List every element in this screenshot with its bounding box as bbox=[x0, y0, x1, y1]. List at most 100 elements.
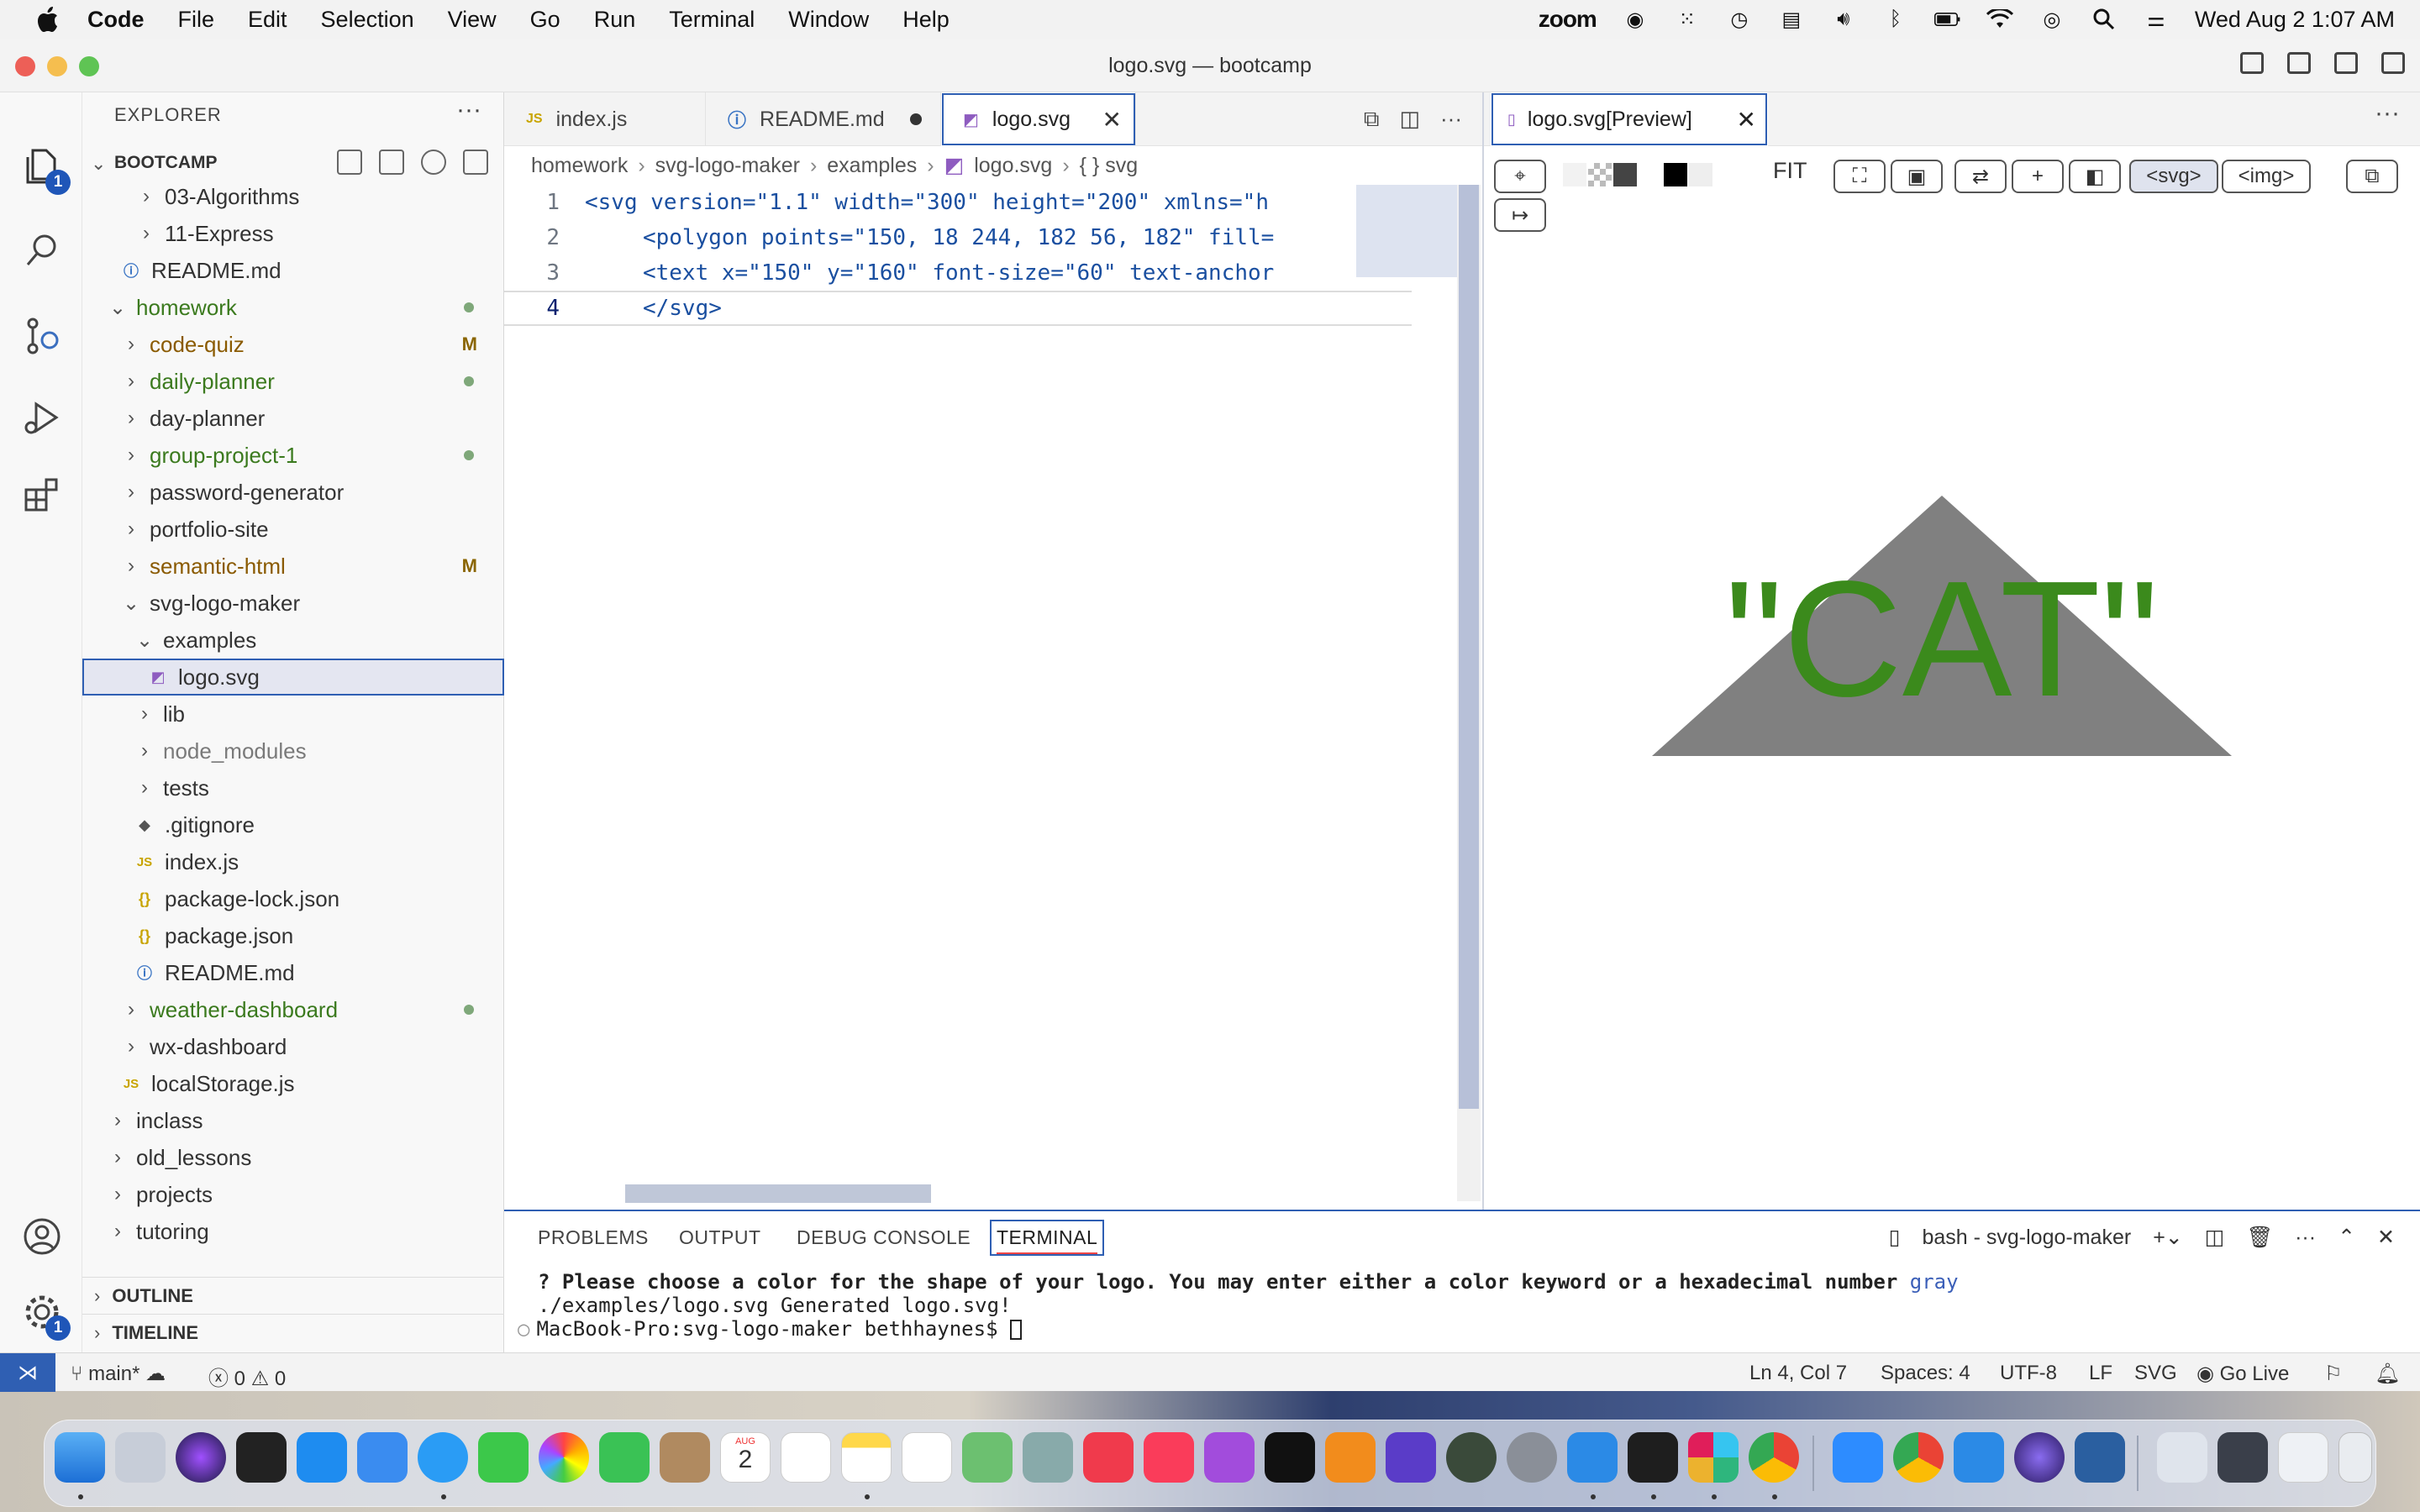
tab-logo-svg-preview[interactable]: ▯ logo.svg[Preview] ✕ bbox=[1491, 92, 1768, 146]
tree-item[interactable]: › portfolio-site bbox=[82, 511, 504, 548]
close-tab-icon[interactable]: ✕ bbox=[1737, 106, 1756, 134]
bluetooth-icon[interactable]: ᛒ bbox=[1882, 8, 1909, 31]
tree-item[interactable]: {} package.json bbox=[82, 917, 504, 954]
notes-app-icon[interactable] bbox=[841, 1432, 892, 1483]
chrome-app-icon[interactable] bbox=[1749, 1432, 1799, 1483]
tree-item[interactable]: › 03-Algorithms bbox=[82, 178, 504, 215]
split-editor-icon[interactable]: ◫ bbox=[1399, 106, 1420, 133]
tab-terminal[interactable]: TERMINAL bbox=[989, 1220, 1105, 1256]
breadcrumb-item[interactable]: examples bbox=[827, 154, 917, 178]
toggle-secondary-sidebar-icon[interactable] bbox=[2334, 52, 2358, 74]
tree-item[interactable]: › semantic-html M bbox=[82, 548, 504, 585]
menu-edit[interactable]: Edit bbox=[248, 7, 287, 33]
customize-layout-icon[interactable] bbox=[2381, 52, 2405, 74]
fit-zoom-button[interactable]: FIT bbox=[1773, 158, 1807, 184]
tree-item[interactable]: JS localStorage.js bbox=[82, 1065, 504, 1102]
copy-icon[interactable]: ⧉ bbox=[2346, 160, 2398, 193]
background-swatch-dark[interactable] bbox=[1613, 163, 1637, 186]
explorer-icon[interactable]: 1 bbox=[20, 144, 71, 195]
slack-app-icon[interactable] bbox=[1688, 1432, 1739, 1483]
tree-item[interactable]: › tests bbox=[82, 769, 504, 806]
kill-terminal-icon[interactable]: 🗑︎ bbox=[2246, 1226, 2273, 1250]
breadcrumb-item[interactable]: svg-logo-maker bbox=[655, 154, 800, 178]
toggle-panel-icon[interactable]: ◧ bbox=[2069, 160, 2121, 193]
branch-status[interactable]: ⑂ main* ☁︎ bbox=[71, 1362, 166, 1386]
mission-control-app-icon[interactable] bbox=[236, 1432, 287, 1483]
remote-indicator-icon[interactable]: ⋊ bbox=[0, 1353, 55, 1392]
tree-item[interactable]: JS index.js bbox=[82, 843, 504, 880]
tab-logo-svg[interactable]: ◩ logo.svg ✕ bbox=[941, 92, 1136, 146]
source-control-icon[interactable] bbox=[20, 314, 64, 358]
tree-item[interactable]: › daily-planner bbox=[82, 363, 504, 400]
spotlight-search-icon[interactable] bbox=[2091, 8, 2118, 31]
mail-app-icon[interactable] bbox=[357, 1432, 408, 1483]
tab-index-js[interactable]: JS index.js bbox=[504, 92, 706, 146]
mysql-workbench-app-icon[interactable] bbox=[2075, 1432, 2125, 1483]
vertical-scrollbar[interactable] bbox=[1457, 185, 1481, 1201]
preview-app-icon[interactable] bbox=[1023, 1432, 1073, 1483]
vscode-recent-app-icon[interactable] bbox=[1954, 1432, 2004, 1483]
freeform-app-icon[interactable] bbox=[902, 1432, 952, 1483]
tree-item[interactable]: › tutoring bbox=[82, 1213, 504, 1250]
code-line[interactable]: 3 <text x="150" y="160" font-size="60" t… bbox=[504, 255, 1412, 291]
news-app-icon[interactable] bbox=[1083, 1432, 1134, 1483]
background-swatch-checker[interactable] bbox=[1588, 163, 1612, 186]
tab-readme[interactable]: ⓘ README.md bbox=[706, 92, 941, 146]
code-line-current[interactable]: 4 </svg> bbox=[504, 291, 1412, 326]
tree-item[interactable]: › day-planner bbox=[82, 400, 504, 437]
cursor-position[interactable]: Ln 4, Col 7 bbox=[1749, 1362, 1847, 1385]
svg-mode-button[interactable]: <svg> bbox=[2129, 160, 2218, 193]
background-swatch-black[interactable] bbox=[1664, 163, 1687, 186]
finder-app-icon[interactable] bbox=[55, 1432, 105, 1483]
section-chevron-icon[interactable]: ⌄ bbox=[91, 153, 106, 175]
tree-item[interactable]: ◆ .gitignore bbox=[82, 806, 504, 843]
code-line[interactable]: 2 <polygon points="150, 18 244, 182 56, … bbox=[504, 220, 1412, 255]
maps-app-icon[interactable] bbox=[962, 1432, 1013, 1483]
downloads-stack-icon[interactable] bbox=[2157, 1432, 2207, 1483]
tree-item-selected[interactable]: ◩ logo.svg bbox=[82, 659, 504, 696]
books-app-icon[interactable] bbox=[1325, 1432, 1376, 1483]
accounts-icon[interactable] bbox=[20, 1215, 64, 1258]
screenshot-app-icon[interactable] bbox=[2014, 1432, 2065, 1483]
facetime-app-icon[interactable] bbox=[599, 1432, 650, 1483]
time-machine-icon[interactable]: ◷ bbox=[1726, 8, 1753, 31]
contacts-app-icon[interactable] bbox=[660, 1432, 710, 1483]
tree-item[interactable]: {} package-lock.json bbox=[82, 880, 504, 917]
keyboard-input-icon[interactable]: ▤ bbox=[1778, 8, 1805, 31]
breadcrumb-item[interactable]: homework bbox=[531, 154, 628, 178]
pin-preview-icon[interactable]: ⌖ bbox=[1494, 160, 1546, 193]
menu-file[interactable]: File bbox=[178, 7, 215, 33]
time-machine-app-icon[interactable] bbox=[1446, 1432, 1497, 1483]
unsaved-dot-icon[interactable] bbox=[910, 113, 922, 125]
collapse-folders-icon[interactable] bbox=[463, 150, 488, 175]
minimap[interactable] bbox=[1356, 185, 1457, 277]
code-editor[interactable]: 1 <svg version="1.1" width="300" height="… bbox=[504, 185, 1412, 326]
notifications-bell-icon[interactable]: 🔔︎ bbox=[2375, 1362, 2400, 1386]
menu-run[interactable]: Run bbox=[594, 7, 636, 33]
tree-item[interactable]: › old_lessons bbox=[82, 1139, 504, 1176]
imovie-app-icon[interactable] bbox=[1386, 1432, 1436, 1483]
menu-window[interactable]: Window bbox=[788, 7, 869, 33]
background-swatch-transparent[interactable] bbox=[1689, 163, 1712, 186]
system-settings-app-icon[interactable] bbox=[1507, 1432, 1557, 1483]
trash-icon[interactable] bbox=[2338, 1432, 2372, 1483]
workspace-section-title[interactable]: BOOTCAMP bbox=[114, 153, 218, 173]
tree-item[interactable]: › lib bbox=[82, 696, 504, 732]
extensions-icon[interactable] bbox=[20, 472, 64, 516]
tree-item[interactable]: ⌄ homework bbox=[82, 289, 504, 326]
recent-window-icon[interactable] bbox=[2217, 1432, 2268, 1483]
vscode-app-icon[interactable] bbox=[1567, 1432, 1618, 1483]
zoom-original-icon[interactable]: ▣ bbox=[1891, 160, 1943, 193]
code-line[interactable]: 1 <svg version="1.1" width="300" height="… bbox=[504, 185, 1412, 220]
problems-status[interactable]: ⓧ 0 ⚠ 0 bbox=[208, 1362, 286, 1391]
scrollbar-thumb[interactable] bbox=[1459, 185, 1479, 1109]
tree-item[interactable]: ⓘ README.md bbox=[82, 252, 504, 289]
new-folder-icon[interactable] bbox=[379, 150, 404, 175]
split-terminal-icon[interactable]: ◫ bbox=[2205, 1225, 2225, 1250]
music-app-icon[interactable] bbox=[1144, 1432, 1194, 1483]
refresh-explorer-icon[interactable] bbox=[421, 150, 446, 175]
tree-item[interactable]: ⌄ svg-logo-maker bbox=[82, 585, 504, 622]
terminal-instance-label[interactable]: bash - svg-logo-maker bbox=[1922, 1226, 2131, 1250]
tree-item[interactable]: ⌄ examples bbox=[82, 622, 504, 659]
open-preview-icon[interactable]: ⧉ bbox=[1364, 106, 1380, 133]
